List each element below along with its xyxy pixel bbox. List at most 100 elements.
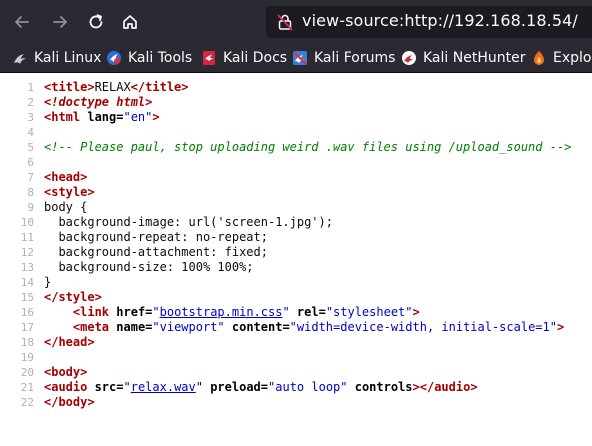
source-token: <!doctype html> (44, 95, 153, 109)
source-token: <html (44, 110, 88, 124)
insecure-lock-icon[interactable] (276, 13, 294, 31)
source-token: background-size: 100% 100%; (44, 260, 254, 274)
source-token: <body> (44, 365, 88, 379)
source-token: <link (72, 305, 117, 319)
source-line-code: background-attachment: fixed; (44, 245, 268, 260)
bookmark-kali-nethunter[interactable]: Kali NetHunter (401, 44, 525, 72)
forward-button[interactable] (46, 8, 74, 36)
arrow-left-icon (15, 16, 29, 28)
source-line-code: <audio src="relax.wav" preload="auto loo… (44, 380, 478, 395)
line-number: 6 (27, 156, 34, 169)
bookmark-label: Kali NetHunter (423, 50, 526, 66)
source-token: </title> (130, 80, 189, 94)
kali-forums-icon (293, 51, 307, 65)
source-line-code: background-size: 100% 100%; (44, 260, 254, 275)
source-token: " (282, 305, 290, 319)
source-line-code: </head> (44, 335, 95, 350)
source-line-code: <!doctype html> (44, 95, 152, 110)
source-token: <title> (44, 80, 95, 94)
source-token: lang= (87, 110, 124, 124)
line-number: 14 (20, 276, 34, 289)
source-token: > (152, 110, 160, 124)
bookmark-kali-linux[interactable]: Kali Linux (12, 44, 101, 72)
line-number: 7 (27, 171, 34, 184)
source-token: "auto loop" (268, 380, 348, 394)
back-button[interactable] (8, 8, 36, 36)
reload-icon (89, 14, 103, 29)
source-token: " (123, 380, 131, 394)
arrow-right-icon (53, 16, 67, 28)
bookmark-exploit[interactable]: Exploit (531, 44, 592, 72)
source-token: </head> (44, 335, 95, 349)
source-link[interactable]: relax.wav (131, 380, 196, 394)
source-token: preload= (202, 380, 269, 394)
source-token: "viewport" (152, 320, 225, 334)
line-number: 10 (20, 216, 34, 229)
source-token: " (152, 305, 160, 319)
bookmark-label: Kali Tools (128, 50, 193, 66)
home-button[interactable] (116, 8, 144, 36)
line-number: 1 (27, 81, 34, 94)
home-icon (123, 15, 137, 29)
line-number: 13 (20, 261, 34, 274)
source-line-code: <link href="bootstrap.min.css" rel="styl… (44, 305, 420, 320)
url-text[interactable]: view-source:http://192.168.18.54/ (302, 11, 578, 30)
line-number: 21 (20, 381, 34, 394)
source-line-code: <body> (44, 365, 87, 380)
line-number: 8 (27, 186, 34, 199)
source-token: > (412, 305, 420, 319)
source-token: ></audio> (412, 380, 478, 394)
source-token: RELAX (94, 80, 131, 94)
source-line-code: <head> (44, 170, 87, 185)
source-token: body { (44, 200, 88, 214)
source-line-code: <style> (44, 185, 95, 200)
source-token: rel= (289, 305, 326, 319)
source-token: background-repeat: no-repeat; (44, 230, 268, 244)
source-line-code: <html lang="en"> (44, 110, 160, 125)
source-token (44, 305, 73, 319)
line-number: 16 (20, 306, 34, 319)
source-comment: <!-- Please paul, stop uploading weird .… (44, 140, 572, 154)
bookmark-label: Kali Forums (314, 50, 396, 66)
kali-docs-icon (203, 51, 215, 65)
source-token: content= (224, 320, 290, 334)
line-number: 9 (27, 201, 34, 214)
bookmark-kali-docs[interactable]: Kali Docs (201, 44, 287, 72)
source-line-code: <meta name="viewport" content="width=dev… (44, 320, 564, 335)
source-line-code: </style> (44, 290, 102, 305)
line-number: 2 (27, 96, 34, 109)
kali-dragon-icon (14, 54, 26, 64)
source-token: " (195, 380, 203, 394)
kali-nethunter-icon (402, 51, 416, 65)
line-number: 3 (27, 111, 34, 124)
reload-button[interactable] (82, 8, 110, 36)
source-link[interactable]: bootstrap.min.css (160, 305, 283, 319)
source-token: </style> (44, 290, 102, 304)
bookmark-label: Kali Docs (223, 50, 288, 66)
source-token: } (44, 275, 52, 289)
source-token: name= (116, 320, 153, 334)
source-line-code: background-image: url('screen-1.jpg'); (44, 215, 333, 230)
line-number: 19 (20, 351, 34, 364)
source-line-code: <!-- Please paul, stop uploading weird .… (44, 140, 571, 155)
source-token (44, 320, 73, 334)
bookmarks-toolbar: Kali Linux Kali Tools Kali Docs Kali For… (0, 44, 592, 73)
source-token: controls (347, 380, 413, 394)
bookmark-label: Exploit (553, 50, 592, 66)
source-line-code: background-repeat: no-repeat; (44, 230, 268, 245)
line-number: 12 (20, 246, 34, 259)
source-token: background-image: url('screen-1.jpg'); (44, 215, 333, 229)
source-line-code: <title>RELAX</title> (44, 80, 189, 95)
bookmark-kali-tools[interactable]: Kali Tools (106, 44, 192, 72)
bookmark-label: Kali Linux (34, 50, 102, 66)
source-token: background-attachment: fixed; (44, 245, 268, 259)
source-token: > (556, 320, 565, 334)
source-token: "en" (123, 110, 153, 124)
address-bar[interactable]: view-source:http://192.168.18.54/ (266, 6, 592, 38)
line-number: 22 (20, 396, 34, 409)
bookmark-kali-forums[interactable]: Kali Forums (292, 44, 395, 72)
source-token: <audio (44, 380, 95, 394)
browser-toolbar: view-source:http://192.168.18.54/ (0, 0, 592, 44)
source-token: <meta (72, 320, 117, 334)
source-line-code: body { (44, 200, 87, 215)
